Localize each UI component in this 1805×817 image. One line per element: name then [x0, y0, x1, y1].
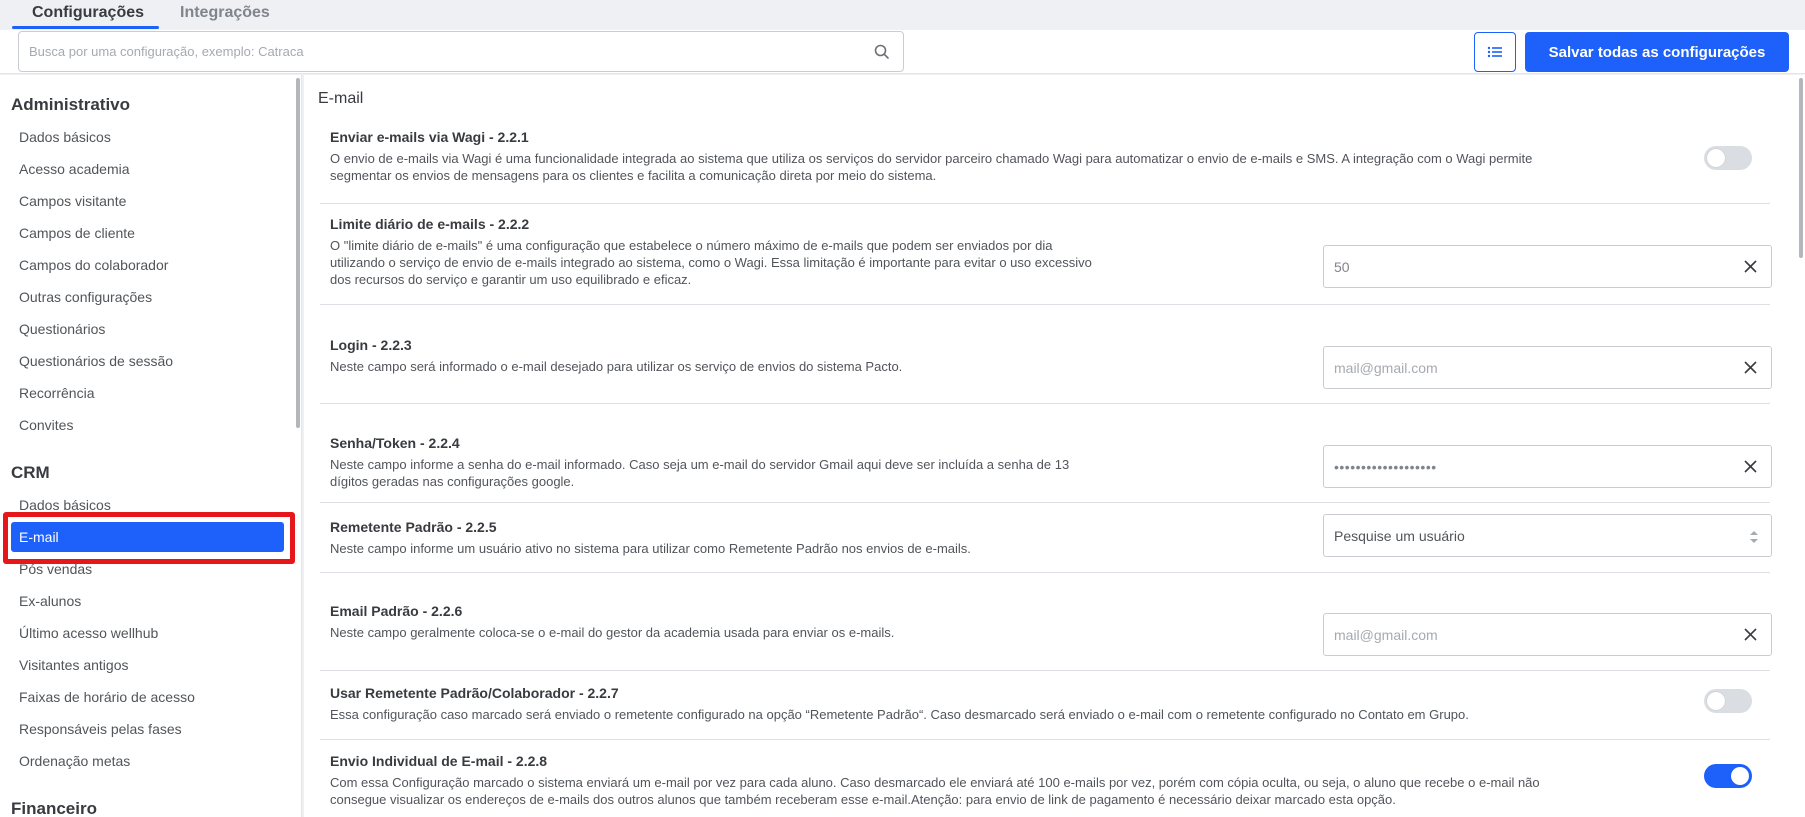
- setting-envio-individual: Envio Individual de E-mail - 2.2.8 Com e…: [320, 740, 1770, 817]
- settings-panel: E-mail Enviar e-mails via Wagi - 2.2.1 O…: [304, 75, 1805, 817]
- list-icon: [1487, 46, 1502, 58]
- remetente-padrao-select[interactable]: Pesquise um usuário: [1323, 514, 1772, 557]
- setting-desc-line: Neste campo geralmente coloca-se o e-mai…: [330, 625, 895, 640]
- tab-integracoes[interactable]: Integrações: [180, 4, 270, 22]
- toggle-knob: [1731, 767, 1749, 785]
- section-title: E-mail: [318, 90, 364, 107]
- sidebar-item-outras-configuracoes[interactable]: Outras configurações: [19, 289, 152, 305]
- senha-token-input[interactable]: •••••••••••••••••••: [1323, 445, 1772, 488]
- sidebar-item-campos-colaborador[interactable]: Campos do colaborador: [19, 257, 168, 273]
- clear-icon[interactable]: [1744, 361, 1757, 374]
- setting-desc-line: Neste campo informe a senha do e-mail in…: [330, 457, 1070, 472]
- sidebar-item-recorrencia[interactable]: Recorrência: [19, 385, 94, 401]
- sidebar-scrollbar[interactable]: [296, 78, 300, 428]
- sidebar-heading-administrativo: Administrativo: [11, 95, 131, 114]
- toggle-usar-remetente-padrao[interactable]: [1704, 689, 1752, 713]
- sidebar-item-ultimo-acesso-wellhub[interactable]: Último acesso wellhub: [19, 625, 158, 641]
- setting-title: Senha/Token - 2.2.4: [330, 435, 460, 451]
- setting-limite-diario: Limite diário de e-mails - 2.2.2 O "limi…: [320, 204, 1772, 305]
- sidebar-item-campos-visitante[interactable]: Campos visitante: [19, 193, 126, 209]
- setting-desc-line: dos recursos do serviço e garantir um us…: [330, 272, 692, 287]
- setting-remetente-padrao: Remetente Padrão - 2.2.5 Neste campo inf…: [320, 503, 1772, 573]
- sidebar-item-pos-vendas[interactable]: Pós vendas: [19, 561, 92, 577]
- sidebar-item-convites[interactable]: Convites: [19, 417, 73, 433]
- input-value: 50: [1334, 259, 1350, 275]
- setting-usar-remetente-padrao: Usar Remetente Padrão/Colaborador - 2.2.…: [320, 671, 1770, 740]
- toggle-enviar-emails-wagi[interactable]: [1704, 146, 1752, 170]
- toggle-knob: [1707, 692, 1725, 710]
- highlight-annotation: [3, 512, 295, 564]
- sidebar-item-visitantes-antigos[interactable]: Visitantes antigos: [19, 657, 128, 673]
- toggle-envio-individual[interactable]: [1704, 764, 1752, 788]
- select-value: Pesquise um usuário: [1334, 528, 1465, 544]
- sidebar-item-dados-basicos[interactable]: Dados básicos: [19, 129, 111, 145]
- login-input[interactable]: mail@gmail.com: [1323, 346, 1772, 389]
- sidebar-heading-financeiro: Financeiro: [11, 799, 97, 817]
- search-box: [18, 31, 904, 72]
- setting-desc-line: O "limite diário de e-mails" é uma confi…: [330, 238, 1053, 253]
- sidebar-item-crm-dados-basicos[interactable]: Dados básicos: [19, 497, 111, 513]
- input-value: mail@gmail.com: [1334, 360, 1438, 376]
- setting-senha-token: Senha/Token - 2.2.4 Neste campo informe …: [320, 404, 1772, 503]
- sidebar-item-faixas-horario[interactable]: Faixas de horário de acesso: [19, 689, 195, 705]
- tab-configuracoes[interactable]: Configurações: [32, 4, 144, 22]
- setting-desc-line: segmentar os envios de mensagens para os…: [330, 168, 937, 183]
- setting-title: Limite diário de e-mails - 2.2.2: [330, 216, 530, 232]
- clear-icon[interactable]: [1744, 460, 1757, 473]
- setting-desc-line: dígitos geradas nas configurações google…: [330, 474, 575, 489]
- setting-desc-line: Neste campo informe um usuário ativo no …: [330, 541, 971, 556]
- setting-desc-line: utilizando o serviço de envio de e-mails…: [330, 255, 1092, 270]
- setting-login: Login - 2.2.3 Neste campo será informado…: [320, 305, 1772, 404]
- setting-desc-line: O envio de e-mails via Wagi é uma funcio…: [330, 151, 1533, 166]
- setting-desc-line: Com essa Configuração marcado o sistema …: [330, 775, 1540, 790]
- sidebar: Administrativo Dados básicos Acesso acad…: [0, 75, 302, 817]
- sidebar-item-responsaveis-fases[interactable]: Responsáveis pelas fases: [19, 721, 182, 737]
- updown-arrows-icon: [1750, 531, 1758, 543]
- main-scrollbar[interactable]: [1799, 78, 1803, 258]
- setting-title: Envio Individual de E-mail - 2.2.8: [330, 753, 548, 769]
- setting-desc-line: Essa configuração caso marcado será envi…: [330, 707, 1469, 722]
- tab-bar: Configurações Integrações: [0, 0, 1805, 30]
- toggle-knob: [1707, 149, 1725, 167]
- input-value: mail@gmail.com: [1334, 627, 1438, 643]
- setting-title: Login - 2.2.3: [330, 337, 412, 353]
- clear-icon[interactable]: [1744, 260, 1757, 273]
- active-tab-indicator: [12, 26, 159, 29]
- input-value: •••••••••••••••••••: [1334, 459, 1437, 475]
- setting-desc-line: Neste campo será informado o e-mail dese…: [330, 359, 903, 374]
- search-toolbar: Salvar todas as configurações: [0, 30, 1805, 74]
- sidebar-item-questionarios[interactable]: Questionários: [19, 321, 105, 337]
- search-input[interactable]: [29, 32, 869, 71]
- setting-title: Email Padrão - 2.2.6: [330, 603, 463, 619]
- email-padrao-input[interactable]: mail@gmail.com: [1323, 613, 1772, 656]
- save-all-button[interactable]: Salvar todas as configurações: [1525, 32, 1789, 72]
- list-view-button[interactable]: [1474, 32, 1516, 72]
- sidebar-item-campos-cliente[interactable]: Campos de cliente: [19, 225, 135, 241]
- sidebar-heading-crm: CRM: [11, 463, 50, 482]
- sidebar-item-questionarios-sessao[interactable]: Questionários de sessão: [19, 353, 173, 369]
- setting-title: Enviar e-mails via Wagi - 2.2.1: [330, 129, 529, 145]
- sidebar-item-ordenacao-metas[interactable]: Ordenação metas: [19, 753, 130, 769]
- sidebar-item-acesso-academia[interactable]: Acesso academia: [19, 161, 130, 177]
- clear-icon[interactable]: [1744, 628, 1757, 641]
- setting-desc-line: consegue visualizar os endereços de e-ma…: [330, 792, 1396, 807]
- search-icon[interactable]: [873, 43, 891, 61]
- setting-email-padrao: Email Padrão - 2.2.6 Neste campo geralme…: [320, 573, 1772, 671]
- sidebar-item-ex-alunos[interactable]: Ex-alunos: [19, 593, 81, 609]
- setting-title: Remetente Padrão - 2.2.5: [330, 519, 497, 535]
- setting-enviar-emails-wagi: Enviar e-mails via Wagi - 2.2.1 O envio …: [320, 117, 1770, 204]
- limite-diario-input[interactable]: 50: [1323, 245, 1772, 288]
- setting-title: Usar Remetente Padrão/Colaborador - 2.2.…: [330, 685, 619, 701]
